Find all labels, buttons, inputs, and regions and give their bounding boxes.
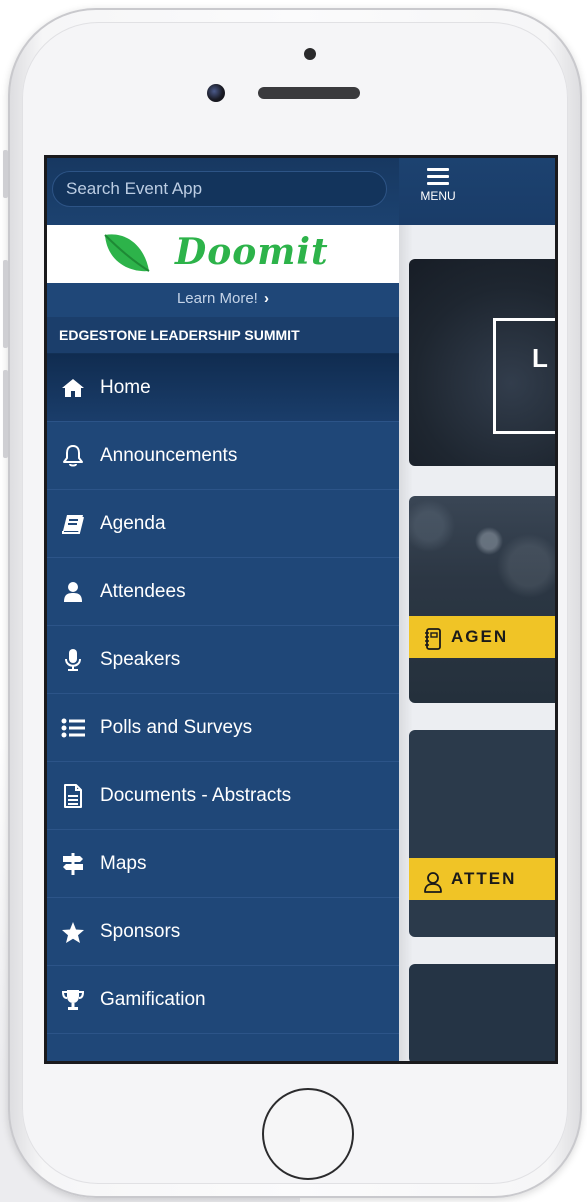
menu-item-label: Polls and Surveys <box>100 717 253 738</box>
menu-item-attendees[interactable]: Attendees <box>47 558 399 626</box>
menu-item-label: Agenda <box>100 513 166 534</box>
event-title: EDGESTONE LEADERSHIP SUMMIT <box>47 317 399 354</box>
hero-card[interactable]: L <box>409 259 555 466</box>
volume-up-button <box>3 260 8 348</box>
learn-more-label: Learn More! <box>176 290 258 307</box>
menu-list: Home Announcements Agenda Attendees Spea… <box>47 354 399 1034</box>
front-camera <box>207 84 225 102</box>
earpiece-speaker <box>258 87 360 99</box>
agenda-banner: AGEN <box>409 616 555 658</box>
menu-item-label: Sponsors <box>100 921 181 942</box>
agenda-card[interactable]: AGEN <box>409 496 555 703</box>
hamburger-icon <box>427 168 449 185</box>
volume-down-button <box>3 370 8 458</box>
side-menu: Search Event App Doomit Learn More! › ED… <box>47 158 399 1061</box>
home-icon <box>59 374 87 402</box>
menu-item-polls[interactable]: Polls and Surveys <box>47 694 399 762</box>
event-logo: L <box>493 318 555 434</box>
book-icon <box>59 510 87 538</box>
menu-item-label: Home <box>100 377 151 398</box>
menu-item-label: Announcements <box>100 445 238 466</box>
menu-item-agenda[interactable]: Agenda <box>47 490 399 558</box>
microphone-icon <box>59 646 87 674</box>
notebook-icon <box>423 625 443 650</box>
menu-button[interactable]: MENU <box>415 168 461 216</box>
menu-item-label: Speakers <box>100 649 181 670</box>
front-sensor <box>304 48 316 60</box>
menu-item-maps[interactable]: Maps <box>47 830 399 898</box>
list-icon <box>59 714 87 742</box>
menu-item-label: Documents - Abstracts <box>100 785 292 806</box>
top-bar: MENU <box>399 158 555 225</box>
trophy-icon <box>59 986 87 1014</box>
person-outline-icon <box>423 867 443 893</box>
menu-item-announcements[interactable]: Announcements <box>47 422 399 490</box>
agenda-banner-label: AGEN <box>451 627 509 646</box>
next-card[interactable] <box>409 964 555 1061</box>
menu-item-sponsors[interactable]: Sponsors <box>47 898 399 966</box>
search-bar: Search Event App <box>47 158 399 225</box>
learn-more-link[interactable]: Learn More! › <box>47 283 399 317</box>
signpost-icon <box>59 850 87 878</box>
menu-item-home[interactable]: Home <box>47 354 399 422</box>
attendees-banner-label: ATTEN <box>451 869 517 888</box>
menu-item-label: Gamification <box>100 989 206 1010</box>
document-icon <box>59 782 87 810</box>
bell-icon <box>59 442 87 470</box>
menu-item-label: Maps <box>100 853 147 874</box>
search-input[interactable]: Search Event App <box>52 171 387 207</box>
star-icon <box>59 918 87 946</box>
menu-item-gamification[interactable]: Gamification <box>47 966 399 1034</box>
agenda-card-image <box>409 496 555 616</box>
event-logo-letter: L <box>532 343 548 373</box>
sponsor-logo-text: Doomit <box>175 231 329 273</box>
home-button[interactable] <box>262 1088 354 1180</box>
attendees-card[interactable]: ATTEN <box>409 730 555 937</box>
chevron-right-icon: › <box>264 290 270 307</box>
sponsor-banner[interactable]: Doomit <box>47 225 399 283</box>
menu-button-label: MENU <box>420 189 456 203</box>
mute-switch <box>3 150 8 198</box>
attendees-banner: ATTEN <box>409 858 555 900</box>
menu-item-speakers[interactable]: Speakers <box>47 626 399 694</box>
menu-item-documents[interactable]: Documents - Abstracts <box>47 762 399 830</box>
menu-item-label: Attendees <box>100 581 186 602</box>
app-screen: Search Event App Doomit Learn More! › ED… <box>44 155 558 1064</box>
user-icon <box>59 578 87 606</box>
